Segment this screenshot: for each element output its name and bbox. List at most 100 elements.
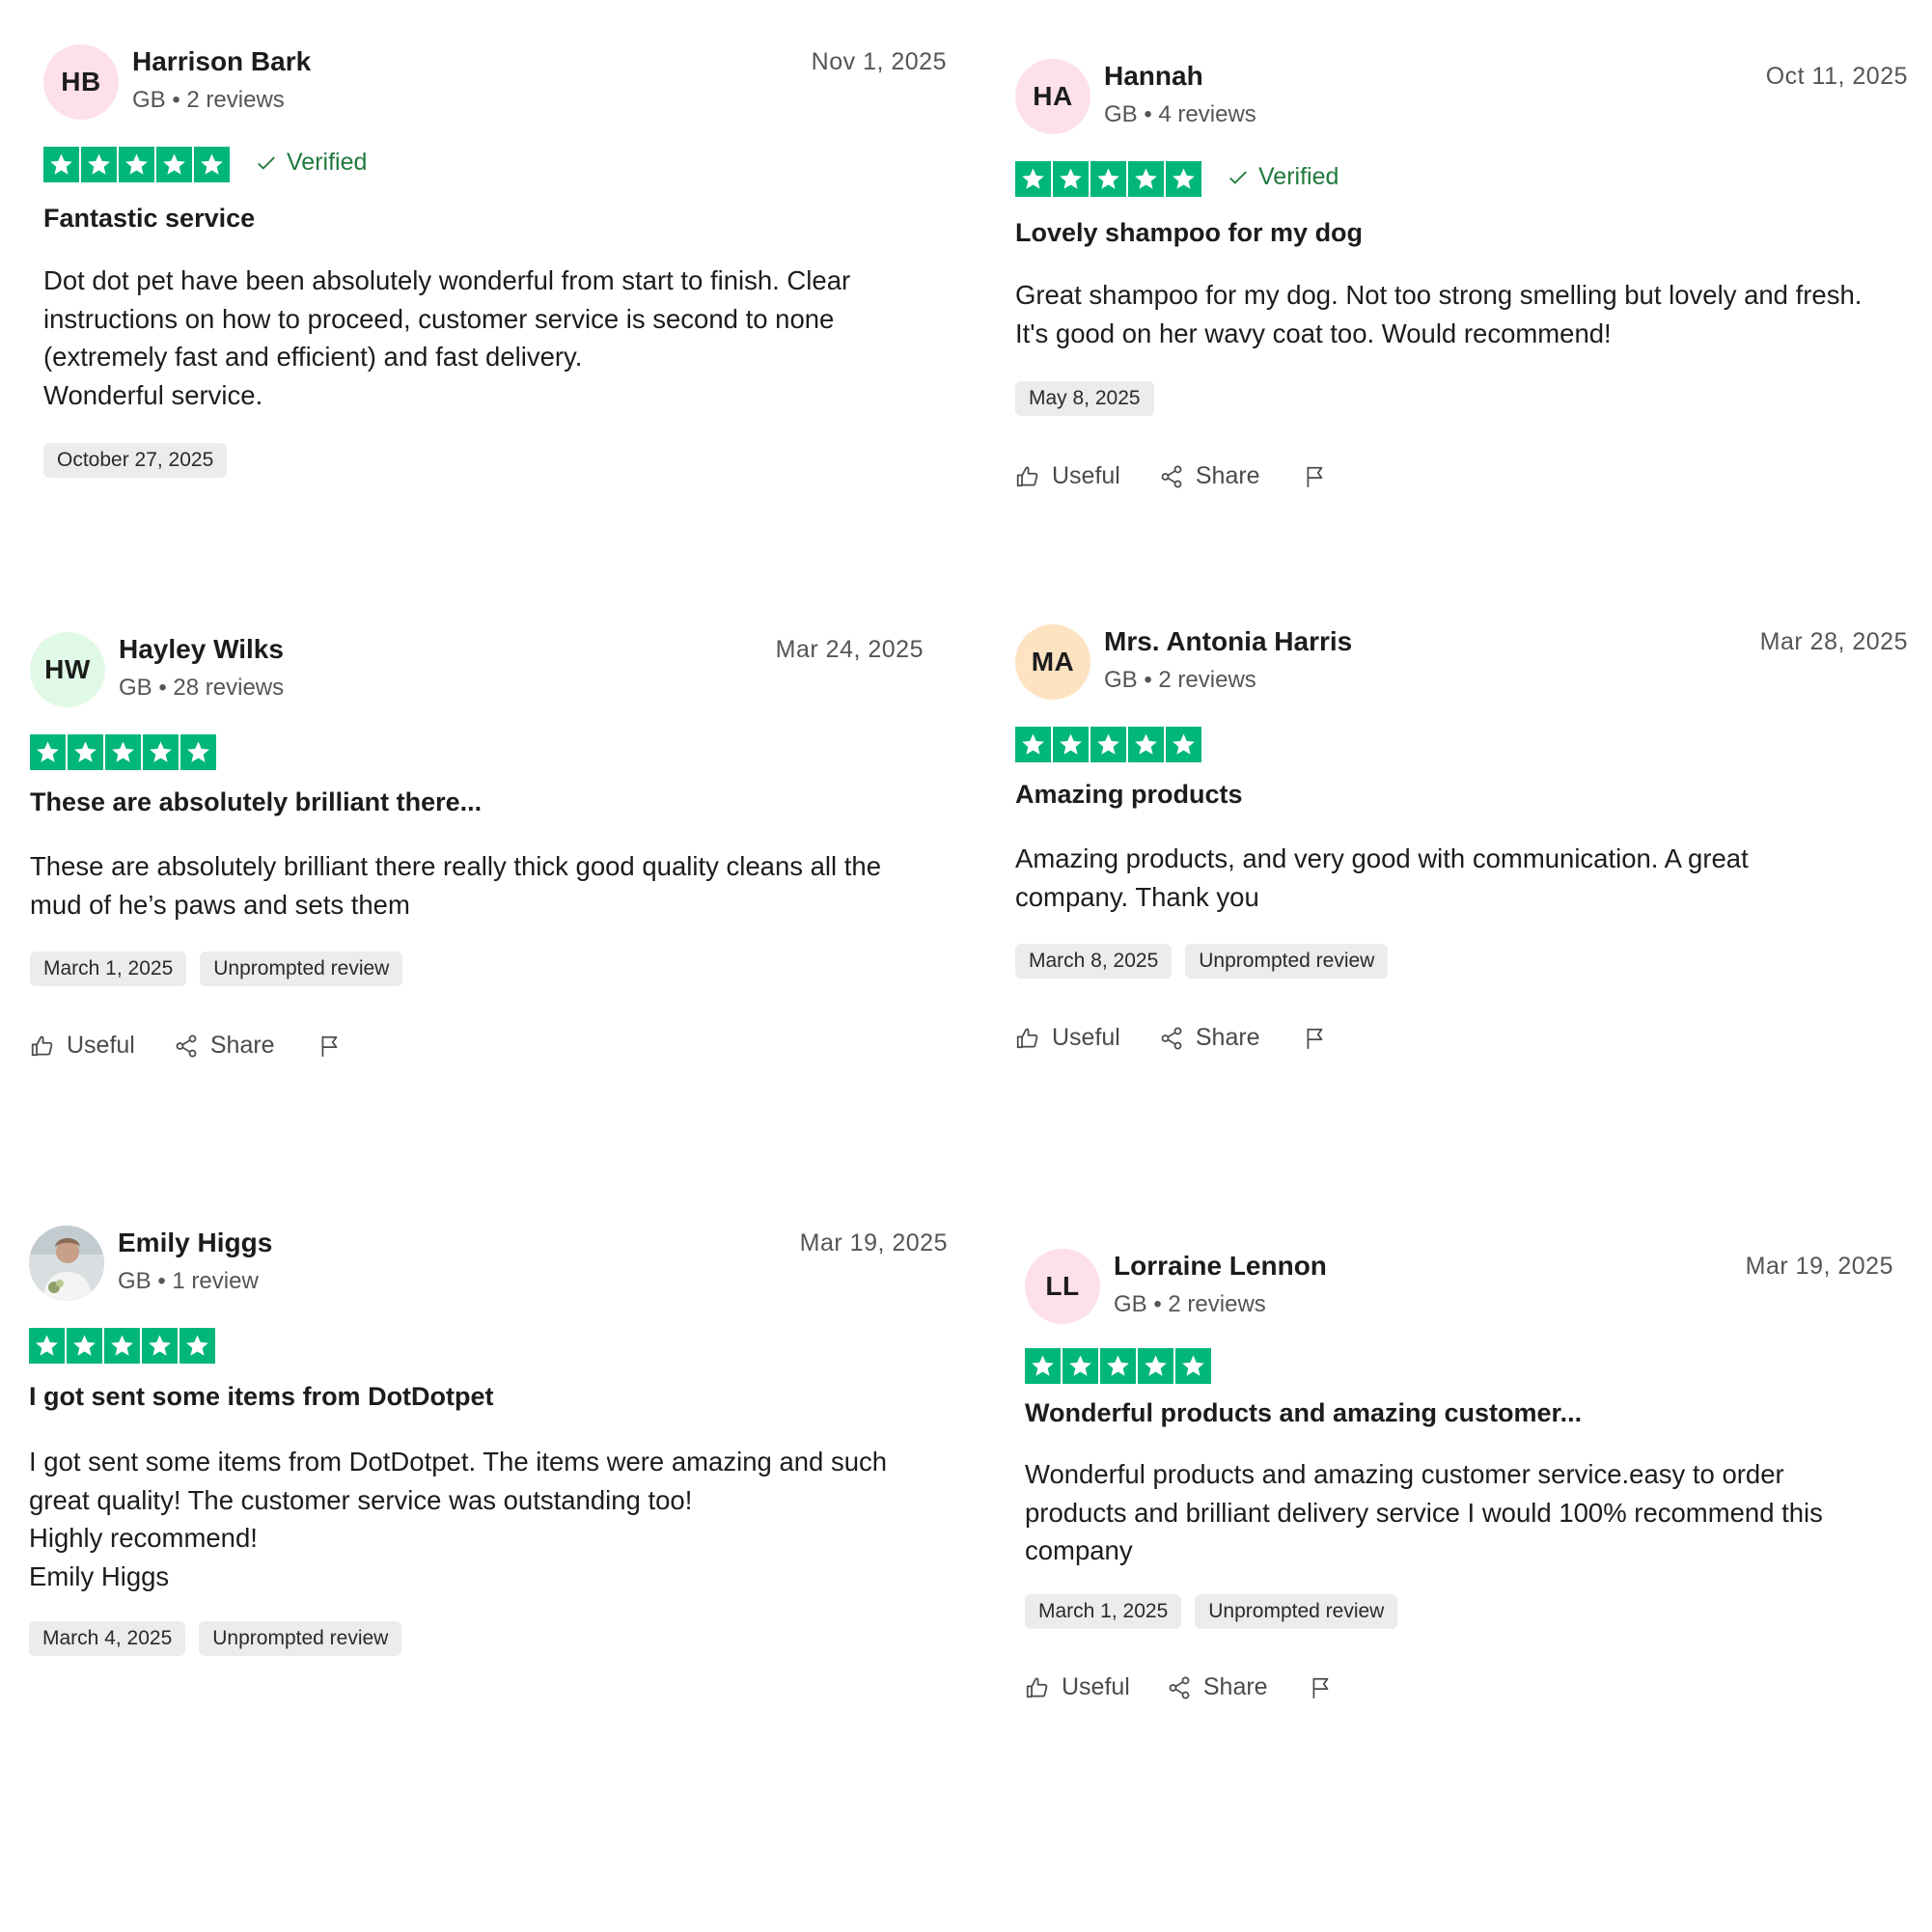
useful-button[interactable]: Useful <box>1015 462 1120 490</box>
experience-date-tag: March 1, 2025 <box>30 952 187 986</box>
review-actions: Useful Share <box>1015 1024 1328 1052</box>
review-body-paragraph: Dot dot pet have been absolutely wonderf… <box>43 262 912 414</box>
useful-label: Useful <box>1052 1024 1120 1051</box>
star-icon <box>81 147 117 182</box>
report-button[interactable] <box>317 1033 343 1060</box>
review-date: Nov 1, 2025 <box>811 48 947 75</box>
review-date: Mar 24, 2025 <box>775 636 924 663</box>
review-tags: March 1, 2025 Unprompted review <box>30 952 403 986</box>
reviewer-meta: GB • 2 reviews <box>1104 667 1256 693</box>
review-title[interactable]: Lovely shampoo for my dog <box>1015 218 1363 248</box>
experience-date-tag: March 1, 2025 <box>1025 1594 1182 1629</box>
share-icon <box>174 1034 199 1059</box>
reviewer-meta: GB • 2 reviews <box>1114 1291 1266 1317</box>
star-icon <box>104 1328 140 1364</box>
reviewer-meta: GB • 28 reviews <box>119 675 285 701</box>
avatar[interactable]: HB <box>43 44 119 120</box>
reviewer-name[interactable]: Mrs. Antonia Harris <box>1104 626 1352 657</box>
review-title[interactable]: Wonderful products and amazing customer.… <box>1025 1398 1582 1428</box>
profile-photo-icon <box>29 1226 104 1301</box>
reviewer-name[interactable]: Hayley Wilks <box>119 634 284 665</box>
review-body-line: Wonderful service. <box>43 379 263 410</box>
share-button[interactable]: Share <box>1167 1673 1268 1701</box>
review-body-line: Dot dot pet have been absolutely wonderf… <box>43 265 851 372</box>
thumbs-up-icon <box>30 1034 55 1059</box>
review-tags: October 27, 2025 <box>43 443 228 478</box>
experience-date-tag: March 4, 2025 <box>29 1621 186 1656</box>
star-icon <box>156 147 192 182</box>
review-body-line: Amazing products, and very good with com… <box>1015 843 1749 912</box>
star-rating <box>30 734 216 770</box>
review-body-paragraph: These are absolutely brilliant there rea… <box>30 847 898 924</box>
useful-button[interactable]: Useful <box>30 1032 135 1060</box>
review-date: Oct 11, 2025 <box>1765 63 1908 90</box>
review-title[interactable]: I got sent some items from DotDotpet <box>29 1382 494 1412</box>
share-button[interactable]: Share <box>1159 462 1260 490</box>
avatar[interactable]: LL <box>1025 1249 1100 1324</box>
verified-badge[interactable]: Verified <box>256 149 367 177</box>
review-body-line: I got sent some items from DotDotpet. Th… <box>29 1447 888 1515</box>
avatar[interactable]: MA <box>1015 624 1090 700</box>
reviewer-name[interactable]: Lorraine Lennon <box>1114 1251 1327 1282</box>
review-body-line: Highly recommend! <box>29 1523 258 1553</box>
flag-icon <box>1303 1025 1328 1052</box>
star-icon <box>105 734 141 770</box>
reviewer-meta: GB • 4 reviews <box>1104 101 1256 127</box>
share-button[interactable]: Share <box>1159 1024 1260 1052</box>
report-button[interactable] <box>1303 463 1328 490</box>
flag-icon <box>317 1033 343 1060</box>
review-date: Mar 28, 2025 <box>1759 628 1908 655</box>
unprompted-review-tag: Unprompted review <box>1195 1594 1398 1629</box>
check-icon <box>256 152 277 174</box>
review-body: Great shampoo for my dog. Not too strong… <box>1015 276 1864 352</box>
useful-label: Useful <box>67 1032 135 1059</box>
star-icon <box>142 1328 178 1364</box>
star-icon <box>29 1328 65 1364</box>
thumbs-up-icon <box>1015 1026 1040 1051</box>
star-icon <box>1138 1348 1173 1384</box>
review-title[interactable]: Amazing products <box>1015 780 1243 810</box>
review-title[interactable]: These are absolutely brilliant there... <box>30 787 482 817</box>
reviewer-meta: GB • 1 review <box>118 1268 259 1294</box>
thumbs-up-icon <box>1015 464 1040 489</box>
experience-date-tag: May 8, 2025 <box>1015 381 1154 416</box>
review-body: Dot dot pet have been absolutely wonderf… <box>43 262 912 414</box>
star-icon <box>1053 161 1089 197</box>
report-button[interactable] <box>1309 1674 1334 1701</box>
share-icon <box>1159 1026 1184 1051</box>
star-icon <box>1053 727 1089 762</box>
review-date: Mar 19, 2025 <box>799 1229 948 1256</box>
useful-button[interactable]: Useful <box>1015 1024 1120 1052</box>
review-body-line: Great shampoo for my dog. Not too strong… <box>1015 280 1863 348</box>
useful-label: Useful <box>1062 1673 1130 1700</box>
star-icon <box>1128 161 1164 197</box>
avatar[interactable]: HW <box>30 632 105 707</box>
thumbs-up-icon <box>1025 1675 1050 1700</box>
review-body-paragraph: I got sent some items from DotDotpet. Th… <box>29 1443 922 1595</box>
avatar[interactable] <box>29 1226 104 1301</box>
star-icon <box>180 734 216 770</box>
review-card: HA Hannah GB • 4 reviews Oct 11, 2025 Ve… <box>1015 59 1908 503</box>
reviewer-name[interactable]: Harrison Bark <box>132 46 311 77</box>
share-button[interactable]: Share <box>174 1032 275 1060</box>
review-title[interactable]: Fantastic service <box>43 204 255 234</box>
verified-label: Verified <box>1258 163 1339 190</box>
review-card: LL Lorraine Lennon GB • 2 reviews Mar 19… <box>1025 1249 1893 1712</box>
reviewer-name[interactable]: Emily Higgs <box>118 1228 272 1258</box>
experience-date-tag: March 8, 2025 <box>1015 944 1173 979</box>
share-label: Share <box>209 1032 275 1059</box>
star-icon <box>1090 161 1126 197</box>
verified-badge[interactable]: Verified <box>1228 163 1339 191</box>
star-icon <box>1015 161 1051 197</box>
reviewer-name[interactable]: Hannah <box>1104 61 1203 92</box>
useful-button[interactable]: Useful <box>1025 1673 1130 1701</box>
star-icon <box>1128 727 1164 762</box>
star-icon <box>1166 161 1201 197</box>
share-label: Share <box>1195 1024 1260 1051</box>
review-body: I got sent some items from DotDotpet. Th… <box>29 1443 922 1595</box>
avatar[interactable]: HA <box>1015 59 1090 134</box>
reviewer-meta: GB • 2 reviews <box>132 87 285 113</box>
report-button[interactable] <box>1303 1025 1328 1052</box>
review-actions: Useful Share <box>1025 1673 1334 1701</box>
review-body-line: Wonderful products and amazing customer … <box>1025 1459 1823 1565</box>
